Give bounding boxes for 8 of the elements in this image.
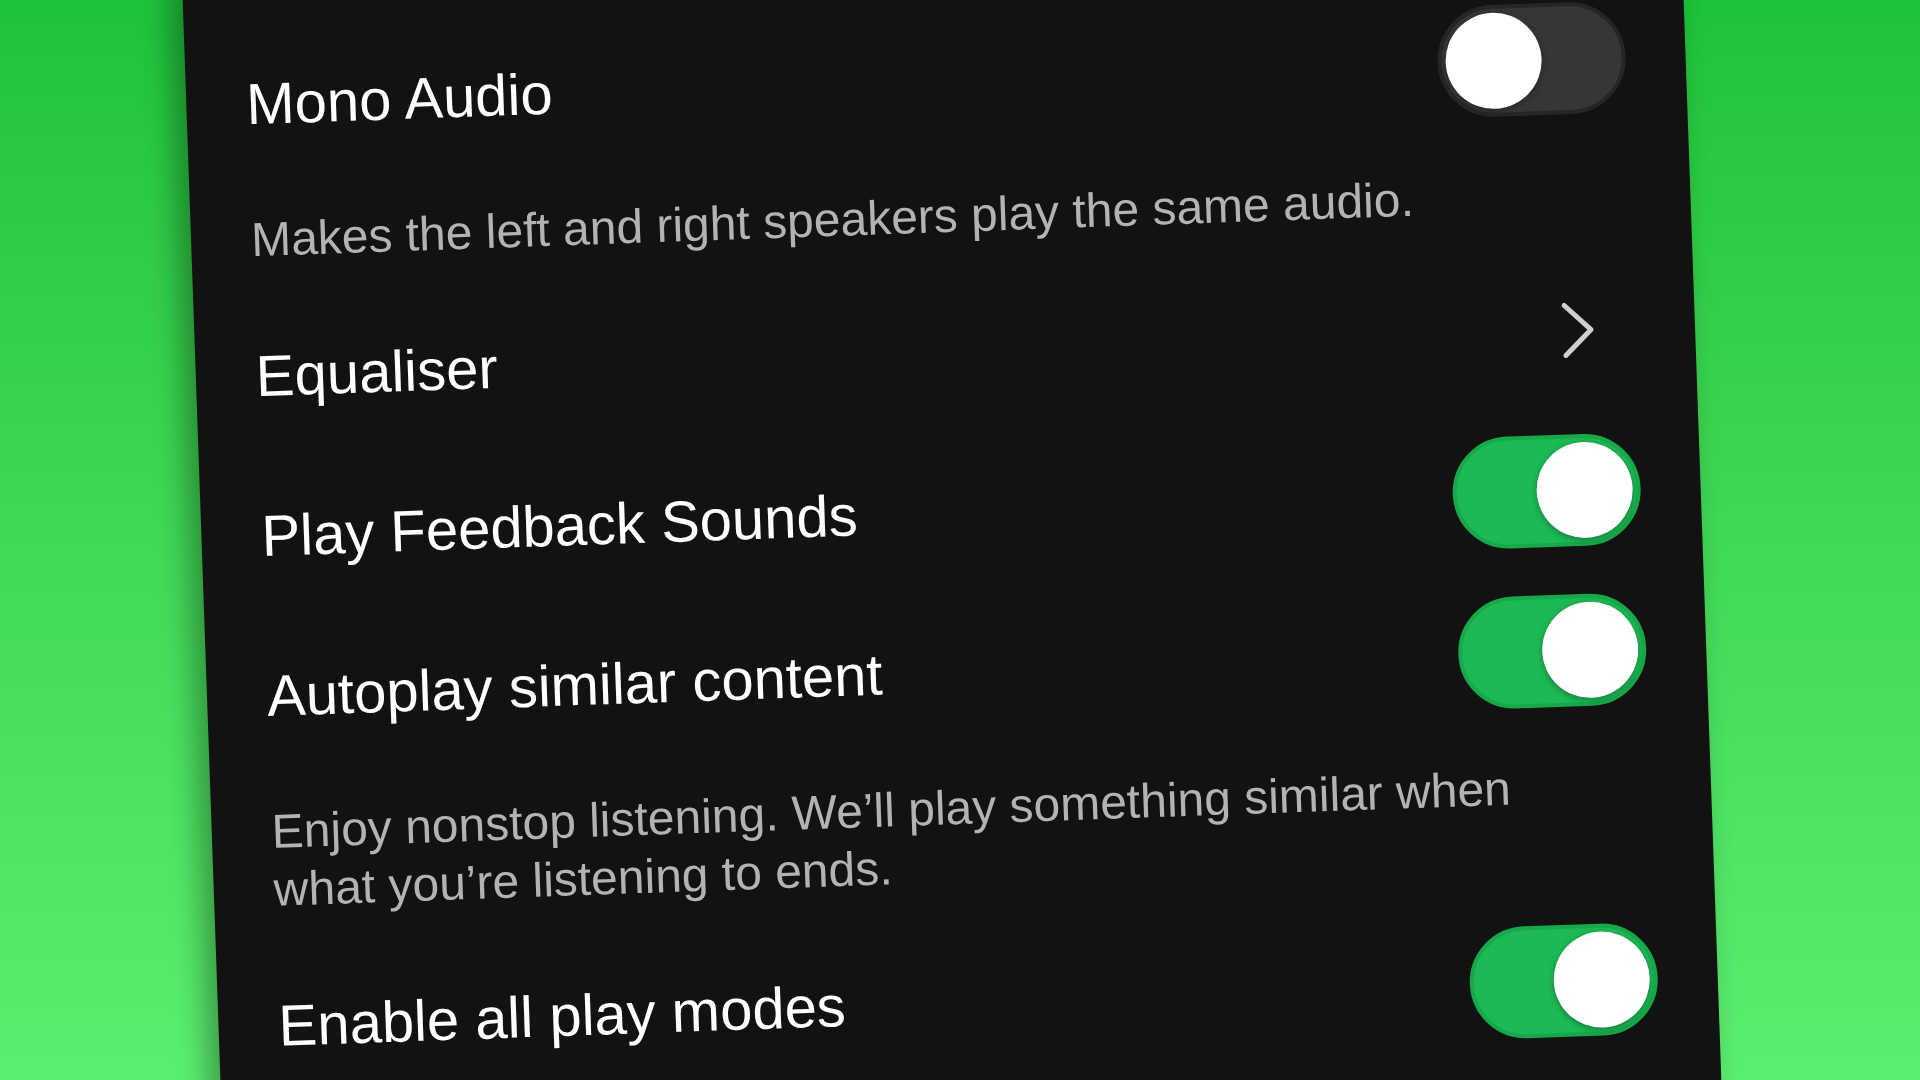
setting-description: Makes the left and right speakers play the same audio. [250, 171, 1415, 269]
setting-label: Autoplay similar content [266, 645, 884, 725]
setting-label: Mono Audio [245, 64, 554, 134]
setting-label: Enable all play modes [277, 977, 847, 1055]
setting-description: Enjoy nonstop listening. We’ll play something similar when what you’re listening to ends. [270, 760, 1513, 918]
chevron-right-icon[interactable] [1560, 300, 1597, 360]
setting-label[interactable]: Equaliser [254, 338, 499, 406]
setting-label: Play Feedback Sounds [260, 486, 859, 566]
